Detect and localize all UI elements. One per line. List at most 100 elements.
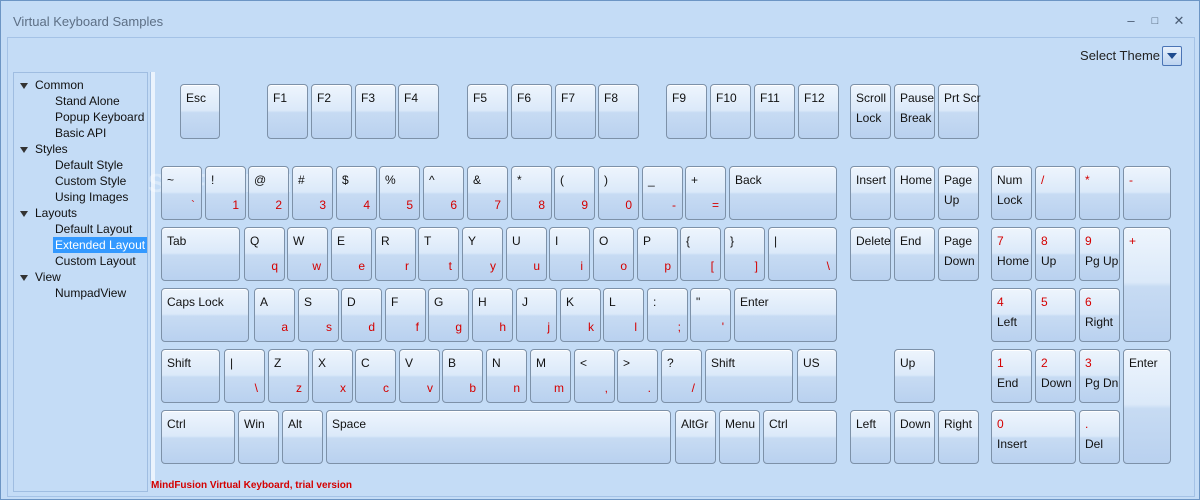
key-npdiv[interactable]: / (1035, 166, 1076, 220)
key-bb[interactable]: Bb (442, 349, 483, 403)
tree-item-using-images[interactable]: Using Images (55, 189, 128, 205)
key-us[interactable]: US (797, 349, 837, 403)
key-f[interactable]: Ff (385, 288, 426, 342)
key-m[interactable]: Mm (530, 349, 571, 403)
key-rshift[interactable]: Shift (705, 349, 793, 403)
key-x[interactable]: Xx (312, 349, 353, 403)
key-p[interactable]: Pp (637, 227, 678, 281)
key-g[interactable]: Gg (428, 288, 469, 342)
key-d[interactable]: Dd (341, 288, 382, 342)
maximize-button[interactable]: □ (1145, 11, 1165, 31)
key-lctrl[interactable]: Ctrl (161, 410, 235, 464)
key-f4[interactable]: F4 (398, 84, 439, 139)
key-backspace[interactable]: Back (729, 166, 837, 220)
key-np8[interactable]: 8 Up (1035, 227, 1076, 281)
key-tab[interactable]: Tab (161, 227, 240, 281)
key-f10[interactable]: F10 (710, 84, 751, 139)
key-bslash[interactable]: | \ (224, 349, 265, 403)
key-space[interactable]: Space (326, 410, 671, 464)
key-f9[interactable]: F9 (666, 84, 707, 139)
key-prtscr[interactable]: Prt Scr (938, 84, 981, 139)
key-enter[interactable]: Enter (734, 288, 837, 342)
key-menu[interactable]: Menu (719, 410, 760, 464)
key-i[interactable]: Ii (549, 227, 590, 281)
key-k7[interactable]: & 7 (467, 166, 508, 220)
tree-item-custom-layout[interactable]: Custom Layout (55, 253, 136, 269)
key-s[interactable]: Ss (298, 288, 339, 342)
key-f7[interactable]: F7 (555, 84, 596, 139)
key-np9[interactable]: 9 Pg Up (1079, 227, 1120, 281)
tree-item-custom-style[interactable]: Custom Style (55, 173, 126, 189)
key-k2[interactable]: @2 (248, 166, 289, 220)
expand-icon[interactable] (20, 147, 28, 153)
key-slash[interactable]: ? / (661, 349, 702, 403)
key-up[interactable]: Up (894, 349, 935, 403)
key-lshift[interactable]: Shift (161, 349, 220, 403)
key-semi[interactable]: :; (647, 288, 688, 342)
key-home[interactable]: Home (894, 166, 935, 220)
tree-item-stand-alone[interactable]: Stand Alone (55, 93, 120, 109)
key-esc[interactable]: Esc (180, 84, 220, 139)
key-h[interactable]: Hh (472, 288, 513, 342)
key-o[interactable]: Oo (593, 227, 634, 281)
tree-item-popup-keyboard[interactable]: Popup Keyboard (55, 109, 144, 125)
key-alt[interactable]: Alt (282, 410, 323, 464)
key-y[interactable]: Yy (462, 227, 503, 281)
key-left[interactable]: Left (850, 410, 891, 464)
key-pgup[interactable]: Page Up (938, 166, 979, 220)
key-e[interactable]: Ee (331, 227, 372, 281)
key-comma[interactable]: <, (574, 349, 615, 403)
tree-item-numpadview[interactable]: NumpadView (55, 285, 126, 301)
key-np6[interactable]: 6 Right (1079, 288, 1120, 342)
key-f2[interactable]: F2 (311, 84, 352, 139)
tree-item-extended-layout[interactable]: Extended Layout (53, 237, 148, 253)
key-rctrl[interactable]: Ctrl (763, 410, 837, 464)
key-l[interactable]: Ll (603, 288, 644, 342)
minimize-button[interactable]: – (1121, 11, 1141, 31)
key-np4[interactable]: 4 Left (991, 288, 1032, 342)
tree-node-styles[interactable]: Styles (35, 141, 68, 157)
key-w[interactable]: Ww (287, 227, 328, 281)
expand-icon[interactable] (20, 211, 28, 217)
tree-item-basic-api[interactable]: Basic API (55, 125, 106, 141)
key-k5[interactable]: % 5 (379, 166, 420, 220)
key-numlock[interactable]: Num Lock (991, 166, 1032, 220)
key-scroll[interactable]: Scroll Lock (850, 84, 891, 139)
expand-icon[interactable] (20, 275, 28, 281)
key-k[interactable]: Kk (560, 288, 601, 342)
key-pgdn[interactable]: Page Down (938, 227, 979, 281)
tree-node-common[interactable]: Common (35, 77, 84, 93)
tree-node-view[interactable]: View (35, 269, 61, 285)
key-z[interactable]: Zz (268, 349, 309, 403)
tree-item-default-layout[interactable]: Default Layout (55, 221, 132, 237)
key-equals[interactable]: + = (685, 166, 726, 220)
key-n[interactable]: Nn (486, 349, 527, 403)
key-a[interactable]: Aa (254, 288, 295, 342)
key-down[interactable]: Down (894, 410, 935, 464)
key-tilde[interactable]: ~ ` (161, 166, 202, 220)
key-npmul[interactable]: * (1079, 166, 1120, 220)
key-np1[interactable]: 1 End (991, 349, 1032, 403)
key-np7[interactable]: 7 Home (991, 227, 1032, 281)
key-k0[interactable]: ) 0 (598, 166, 639, 220)
key-np0[interactable]: 0 Insert (991, 410, 1076, 464)
key-npsub[interactable]: - (1123, 166, 1171, 220)
key-npdot[interactable]: . Del (1079, 410, 1120, 464)
key-period[interactable]: >. (617, 349, 658, 403)
splitter[interactable] (150, 72, 155, 484)
key-delete[interactable]: Delete (850, 227, 891, 281)
key-f5[interactable]: F5 (467, 84, 508, 139)
key-c[interactable]: Cc (355, 349, 396, 403)
key-rbr[interactable]: }] (724, 227, 765, 281)
key-f8[interactable]: F8 (598, 84, 639, 139)
key-f11[interactable]: F11 (754, 84, 795, 139)
key-k1[interactable]: ! 1 (205, 166, 246, 220)
key-k8[interactable]: * 8 (511, 166, 552, 220)
key-k3[interactable]: #3 (292, 166, 333, 220)
key-pipe[interactable]: | \ (768, 227, 837, 281)
key-altgr[interactable]: AltGr (675, 410, 716, 464)
key-np2[interactable]: 2 Down (1035, 349, 1076, 403)
key-j[interactable]: Jj (516, 288, 557, 342)
key-npadd[interactable]: + (1123, 227, 1171, 342)
key-f1[interactable]: F1 (267, 84, 308, 139)
